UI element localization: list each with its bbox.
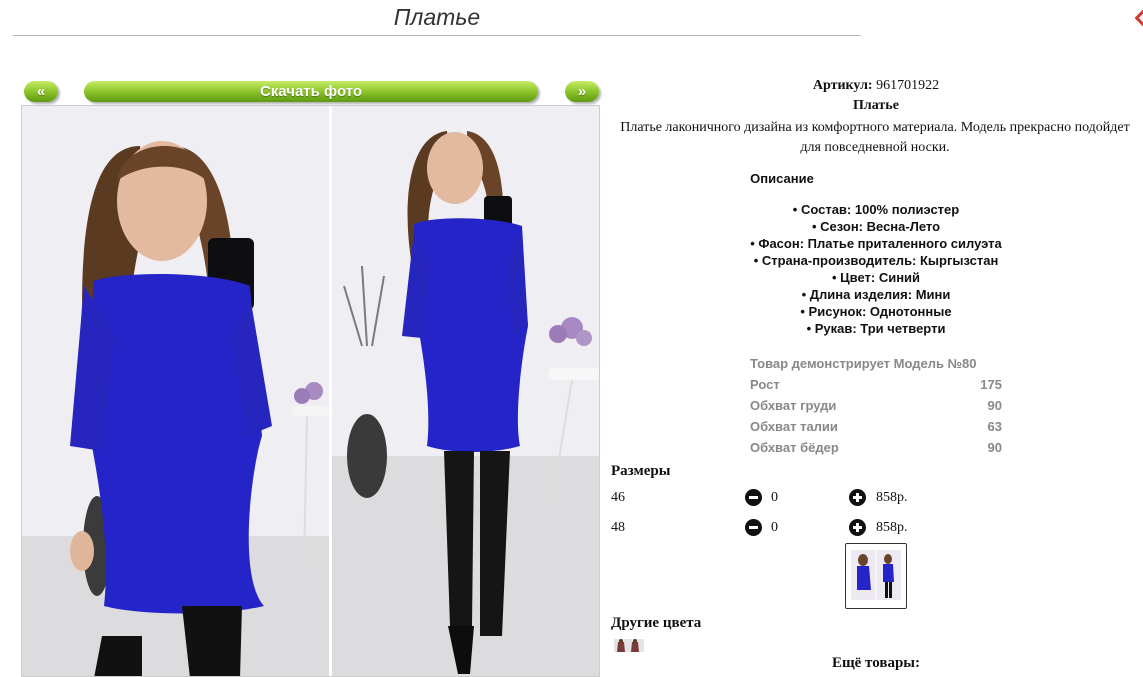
page-title: Платье [393,4,481,30]
product-name: Платье [853,98,899,113]
download-photo-button[interactable]: Скачать фото [84,81,538,102]
model-label: Обхват талии [750,419,838,434]
product-photo-right [332,106,599,676]
detail-item: • Состав: 100% полиэстер [792,202,960,217]
size-price: 858р. [876,490,908,505]
more-products-heading: Ещё товары: [831,655,921,671]
model-row: Обхват талии 63 [750,416,1002,437]
close-icon[interactable] [1135,10,1143,28]
other-colors-heading: Другие цвета [611,615,702,631]
model-value: 175 [980,377,1002,392]
model-label: Рост [750,377,780,392]
next-photo-button[interactable]: » [565,81,599,102]
product-thumbnail[interactable] [845,543,907,609]
model-value: 63 [987,419,1002,434]
product-description: Платье лаконичного дизайна из комфортног… [620,120,1130,155]
model-row: Рост 175 [750,374,1002,395]
detail-item: • Страна-производитель: Кыргызстан [753,253,999,268]
model-label: Обхват груди [750,398,837,413]
model-row: Обхват груди 90 [750,395,1002,416]
size-quantity: 0 [771,520,778,535]
sku-label: Артикул: [812,78,873,93]
model-value: 90 [987,440,1002,455]
detail-item: • Длина изделия: Мини [801,287,951,302]
size-label: 48 [611,520,625,535]
sizes-heading: Размеры [611,463,671,479]
sku-line: Артикул: 961701922 [604,78,1143,94]
model-measurements: Товар демонстрирует Модель №80 Рост 175 О… [750,353,1002,458]
minus-icon[interactable] [745,489,762,506]
size-price: 858р. [876,520,908,535]
product-photo-left [22,106,329,676]
plus-icon[interactable] [849,489,866,506]
size-row: 46 0 858р. [611,488,1131,510]
plus-icon[interactable] [849,519,866,536]
model-label: Обхват бёдер [750,440,839,455]
detail-item: • Цвет: Синий [831,270,921,285]
sku-value: 961701922 [876,78,940,93]
minus-icon[interactable] [745,519,762,536]
size-quantity: 0 [771,490,778,505]
size-label: 46 [611,490,625,505]
size-row: 48 0 858р. [611,518,1131,540]
model-row: Обхват бёдер 90 [750,437,1002,458]
color-swatch[interactable] [614,639,644,652]
model-row: Товар демонстрирует Модель №80 [750,353,1002,374]
detail-item: • Рукав: Три четверти [806,321,946,336]
detail-item: • Рисунок: Однотонные [800,304,952,319]
prev-photo-button[interactable]: « [24,81,58,102]
product-photo[interactable] [21,105,600,677]
detail-item: • Фасон: Платье приталенного силуэта [750,236,1002,251]
title-divider [13,35,861,36]
detail-item: • Сезон: Весна-Лето [811,219,941,234]
model-label: Товар демонстрирует Модель №80 [750,356,977,371]
model-value: 90 [987,398,1002,413]
details-heading: Описание [750,171,814,186]
